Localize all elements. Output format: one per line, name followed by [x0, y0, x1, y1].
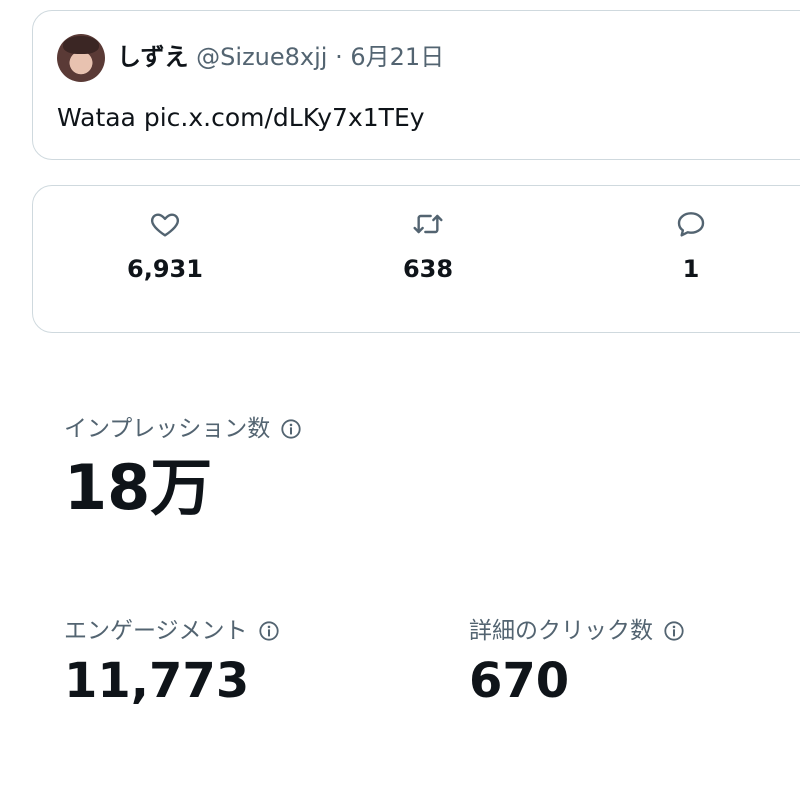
engagements-value: 11,773 [64, 653, 250, 709]
detail-clicks-value: 670 [469, 653, 570, 709]
engagements-label: エンゲージメント [64, 618, 248, 644]
retweet-metric[interactable]: 638 [368, 208, 488, 284]
tweet-text: Wataa pic.x.com/dLKy7x1TEy [57, 103, 425, 132]
impressions-label-row: インプレッション数 [64, 414, 302, 444]
info-icon[interactable] [280, 418, 302, 440]
avatar[interactable] [57, 34, 105, 82]
engagements-label-row: エンゲージメント [64, 616, 280, 646]
tweet-analytics-page: しずえ @Sizue8xjj · 6月21日 Wataa pic.x.com/d… [0, 0, 800, 800]
reply-icon[interactable] [675, 208, 707, 240]
like-count: 6,931 [127, 255, 203, 283]
info-icon[interactable] [258, 620, 280, 642]
like-metric[interactable]: 6,931 [105, 208, 225, 284]
heart-icon[interactable] [149, 208, 181, 240]
display-name[interactable]: しずえ [117, 43, 189, 71]
separator-dot: · [335, 43, 343, 71]
retweet-icon[interactable] [411, 208, 445, 240]
reply-metric[interactable]: 1 [631, 208, 751, 284]
impressions-label: インプレッション数 [64, 416, 271, 442]
tweet-header: しずえ @Sizue8xjj · 6月21日 [117, 41, 444, 73]
detail-clicks-label-row: 詳細のクリック数 [469, 616, 685, 646]
tweet-card[interactable]: しずえ @Sizue8xjj · 6月21日 Wataa pic.x.com/d… [32, 10, 800, 160]
info-icon[interactable] [663, 620, 685, 642]
user-handle[interactable]: @Sizue8xjj [196, 43, 327, 71]
tweet-date[interactable]: 6月21日 [350, 43, 444, 71]
detail-clicks-label: 詳細のクリック数 [469, 618, 653, 644]
reply-count: 1 [682, 255, 700, 283]
impressions-value: 18万 [64, 451, 213, 524]
engagement-bar: 6,931 638 1 [32, 185, 800, 333]
retweet-count: 638 [402, 255, 454, 283]
